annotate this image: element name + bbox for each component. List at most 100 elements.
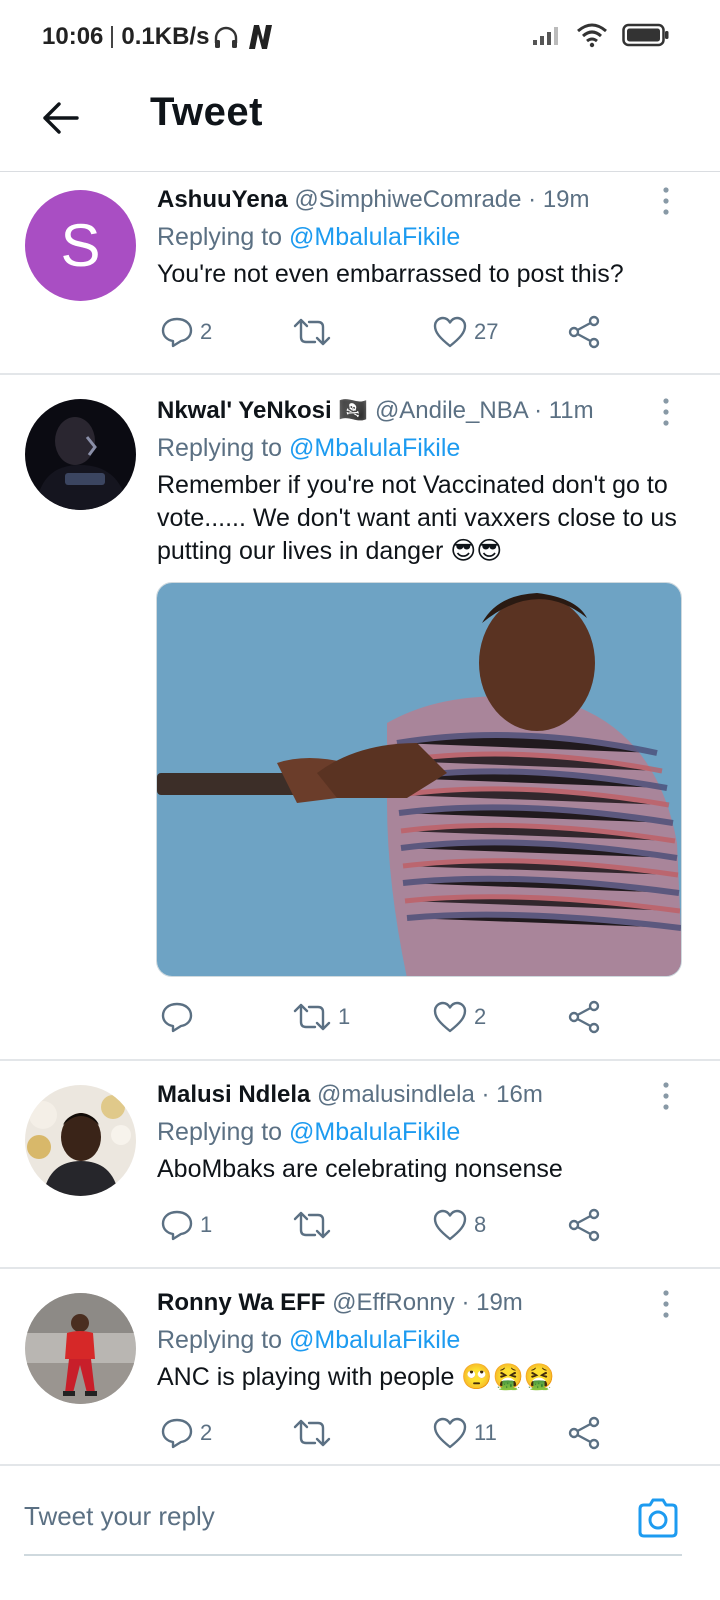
- retweet-button[interactable]: 1: [292, 997, 350, 1037]
- author-handle[interactable]: @malusindlela: [317, 1081, 475, 1108]
- tweet-actions: 2 27: [160, 312, 610, 352]
- camera-button[interactable]: [636, 1496, 680, 1540]
- replying-to-line: Replying to @MbalulaFikile: [157, 1323, 690, 1357]
- status-separator: [111, 26, 114, 48]
- replying-to-line: Replying to @MbalulaFikile: [157, 1115, 690, 1149]
- separator-dot: ·: [481, 1081, 490, 1108]
- tweet-reply[interactable]: S AshuuYena @SimphiweComrade · 19m Reply…: [0, 172, 720, 375]
- like-button[interactable]: 8: [432, 1205, 486, 1245]
- reply-icon: [161, 1210, 193, 1241]
- tweet-reply[interactable]: Ronny Wa EFF @EffRonny · 19m Replying to…: [0, 1269, 720, 1466]
- reply-button[interactable]: 2: [160, 312, 212, 352]
- retweet-icon: [293, 318, 331, 346]
- like-button[interactable]: 11: [432, 1413, 497, 1453]
- tweet-time: 11m: [548, 397, 594, 424]
- heart-icon: [433, 1001, 467, 1033]
- tweet-time: 16m: [496, 1081, 543, 1108]
- separator-dot: ·: [534, 397, 543, 424]
- share-icon: [568, 1208, 600, 1242]
- author-handle[interactable]: @Andile_NBA: [375, 397, 527, 424]
- like-button[interactable]: 2: [432, 997, 486, 1037]
- reply-composer: [0, 1466, 720, 1600]
- meme-image: [157, 583, 681, 976]
- avatar[interactable]: [25, 399, 136, 510]
- tweet-reply[interactable]: Nkwal' YeNkosi 🏴‍☠️ @Andile_NBA · 11m Re…: [0, 375, 720, 1061]
- tweet-header: Nkwal' YeNkosi 🏴‍☠️ @Andile_NBA · 11m: [157, 395, 690, 427]
- avatar[interactable]: [25, 1293, 136, 1404]
- retweet-button[interactable]: [292, 1413, 338, 1453]
- tweet-content: Nkwal' YeNkosi 🏴‍☠️ @Andile_NBA · 11m Re…: [157, 395, 690, 568]
- share-icon: [568, 1416, 600, 1450]
- reply-count: 2: [200, 1420, 213, 1445]
- tweet-media-image[interactable]: [156, 582, 682, 977]
- tweet-header: Malusi Ndlela @malusindlela · 16m: [157, 1079, 690, 1111]
- netflix-n-icon: [245, 24, 277, 50]
- replying-to-line: Replying to @MbalulaFikile: [157, 220, 690, 254]
- share-button[interactable]: [568, 312, 602, 352]
- battery-icon: [622, 23, 670, 52]
- like-button[interactable]: 27: [432, 312, 498, 352]
- reply-button[interactable]: 2: [160, 1413, 212, 1453]
- replying-to-link[interactable]: @MbalulaFikile: [289, 1326, 460, 1354]
- reply-button[interactable]: [160, 997, 200, 1037]
- tweet-time: 19m: [542, 186, 590, 213]
- retweet-button[interactable]: [292, 312, 338, 352]
- camera-icon: [638, 1498, 678, 1538]
- pirate-flag-emoji: 🏴‍☠️: [338, 397, 369, 424]
- tweet-content: AshuuYena @SimphiweComrade · 19m Replyin…: [157, 184, 690, 291]
- replying-to-label: Replying to: [157, 434, 283, 462]
- like-count: 2: [474, 1004, 487, 1029]
- more-options-icon[interactable]: [658, 1289, 674, 1319]
- reply-button[interactable]: 1: [160, 1205, 212, 1245]
- like-count: 8: [474, 1212, 487, 1237]
- reply-count: 1: [200, 1212, 213, 1237]
- reply-icon: [161, 1002, 193, 1033]
- author-name[interactable]: Malusi Ndlela: [157, 1081, 310, 1108]
- tweet-header: Ronny Wa EFF @EffRonny · 19m: [157, 1287, 690, 1319]
- more-options-icon[interactable]: [658, 1081, 674, 1111]
- app-header: Tweet: [0, 72, 720, 172]
- share-button[interactable]: [568, 1413, 602, 1453]
- tweet-actions: 2 11: [160, 1413, 610, 1453]
- network-speed: 0.1KB/s: [121, 23, 210, 50]
- replying-to-link[interactable]: @MbalulaFikile: [289, 1118, 460, 1146]
- avatar[interactable]: [25, 1085, 136, 1196]
- tweet-actions: 1 8: [160, 1205, 610, 1245]
- replying-to-label: Replying to: [157, 1118, 283, 1146]
- share-button[interactable]: [568, 997, 602, 1037]
- retweet-button[interactable]: [292, 1205, 338, 1245]
- author-name[interactable]: Ronny Wa EFF: [157, 1289, 325, 1316]
- headphones-icon: [213, 25, 239, 49]
- tweet-text: ANC is playing with people 🙄🤮🤮: [157, 1363, 555, 1391]
- retweet-icon: [293, 1211, 331, 1239]
- back-button[interactable]: [36, 94, 84, 142]
- heart-icon: [433, 1209, 467, 1241]
- avatar-photo: [25, 1085, 136, 1196]
- tweet-content: Malusi Ndlela @malusindlela · 16m Replyi…: [157, 1079, 690, 1186]
- replying-to-label: Replying to: [157, 223, 283, 251]
- more-options-icon[interactable]: [658, 186, 674, 216]
- wifi-icon: [576, 22, 608, 53]
- replying-to-link[interactable]: @MbalulaFikile: [289, 434, 460, 462]
- more-options-icon[interactable]: [658, 397, 674, 427]
- author-handle[interactable]: @SimphiweComrade: [294, 186, 521, 213]
- status-bar: 10:06 0.1KB/s: [0, 0, 720, 72]
- tweet-reply[interactable]: Malusi Ndlela @malusindlela · 16m Replyi…: [0, 1061, 720, 1269]
- reply-underline: [24, 1554, 682, 1556]
- author-name[interactable]: Nkwal' YeNkosi: [157, 397, 332, 424]
- avatar[interactable]: S: [25, 190, 136, 301]
- status-right: [532, 22, 670, 53]
- separator-dot: ·: [528, 186, 537, 213]
- status-left: 10:06 0.1KB/s: [42, 22, 277, 52]
- author-name[interactable]: AshuuYena: [157, 186, 288, 213]
- reply-input[interactable]: [24, 1494, 584, 1538]
- author-handle[interactable]: @EffRonny: [332, 1289, 455, 1316]
- retweet-count: 1: [338, 1004, 351, 1029]
- share-button[interactable]: [568, 1205, 602, 1245]
- replying-to-link[interactable]: @MbalulaFikile: [289, 223, 460, 251]
- tweet-time: 19m: [476, 1289, 523, 1316]
- page-title: Tweet: [150, 90, 263, 134]
- reply-icon: [161, 317, 193, 348]
- tweet-content: Ronny Wa EFF @EffRonny · 19m Replying to…: [157, 1287, 690, 1394]
- heart-icon: [433, 316, 467, 348]
